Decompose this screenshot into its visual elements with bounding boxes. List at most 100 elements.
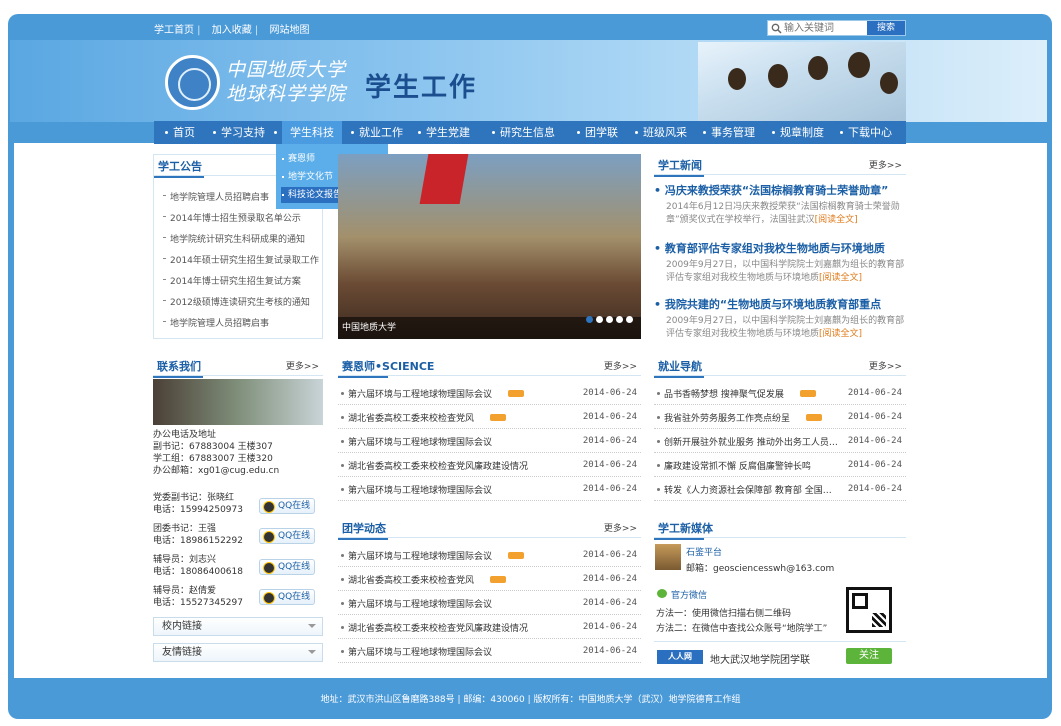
friend-links-select[interactable]: 友情链接 (153, 643, 323, 662)
science-header: 赛恩师•SCIENCE 更多>> (337, 355, 641, 378)
list-item-title[interactable]: 品书香畅梦想 搜神聚气促发展 (657, 387, 784, 400)
qq-online-button[interactable]: QQ在线 (259, 589, 315, 605)
wechat-qr-code (846, 587, 892, 633)
wechat-method-2: 方法二：在微信中查找公众账号“地院学工” (656, 624, 828, 634)
separator: | (194, 25, 204, 36)
list-item-title[interactable]: 创新开展驻外就业服务 推动外出务工人员… (657, 435, 838, 448)
news-headline[interactable]: • 教育部评估专家组对我校生物地质与环境地质 (654, 240, 906, 256)
list-item[interactable]: 第六届环境与工程地球物理国际会议 2014-06-24 (338, 591, 641, 615)
list-item[interactable]: 湖北省委高校工委来校检查党风廉政建设情况 2014-06-24 (338, 453, 641, 477)
contact-line: 学工组：67883007 王楼320 (153, 454, 273, 464)
notice-item[interactable]: 2014年博士招生预录取名单公示 (163, 211, 301, 224)
nav-item-league[interactable]: 团学联 (577, 121, 618, 144)
news-headline[interactable]: • 我院共建的“生物地质与环境地质教育部重点 (654, 296, 906, 312)
notice-item[interactable]: 2014年博士研究生招生复试方案 (163, 274, 301, 287)
list-item[interactable]: 我省驻外劳务服务工作亮点纷呈 2014-06-24 (654, 405, 906, 429)
list-item[interactable]: 第六届环境与工程地球物理国际会议 2014-06-24 (338, 543, 641, 567)
list-item-title[interactable]: 第六届环境与工程地球物理国际会议 (340, 483, 492, 496)
nav-item-class[interactable]: 班级风采 (635, 121, 687, 144)
list-item-title[interactable]: 第六届环境与工程地球物理国际会议 (340, 435, 492, 448)
slide-dot[interactable] (596, 316, 603, 323)
notice-item[interactable]: 地学院管理人员招聘启事 (162, 190, 269, 203)
read-more-link[interactable]: [阅读全文] (815, 215, 858, 225)
list-item[interactable]: 第六届环境与工程地球物理国际会议 2014-06-24 (338, 429, 641, 453)
nav-item-affairs[interactable]: 事务管理 (703, 121, 755, 144)
list-item-title[interactable]: 第六届环境与工程地球物理国际会议 (340, 645, 492, 658)
list-item-date: 2014-06-24 (582, 388, 637, 398)
list-item[interactable]: 第六届环境与工程地球物理国际会议 2014-06-24 (338, 477, 641, 501)
notice-item[interactable]: 2014年硕士研究生招生复试录取工作 (163, 253, 319, 266)
campus-links-select[interactable]: 校内链接 (153, 617, 323, 636)
league-more-link[interactable]: 更多>> (604, 521, 637, 534)
nav-item-graduate[interactable]: 研究生信息 (492, 121, 555, 144)
list-item-title[interactable]: 湖北省委高校工委来校检查党风 (340, 573, 474, 586)
nav-item-rules[interactable]: 规章制度 (772, 121, 824, 144)
notice-item[interactable]: 地学院管理人员招聘启事 (162, 316, 269, 329)
list-item-title[interactable]: 湖北省委高校工委来校检查党风廉政建设情况 (340, 459, 528, 472)
news-more-link[interactable]: 更多>> (869, 158, 902, 171)
list-item[interactable]: 湖北省委高校工委来校检查党风廉政建设情况 2014-06-24 (338, 615, 641, 639)
slide-dot[interactable] (606, 316, 613, 323)
list-item[interactable]: 转发《人力资源社会保障部 教育部 全国… 2014-06-24 (654, 477, 906, 501)
list-item-title[interactable]: 我省驻外劳务服务工作亮点纷呈 (656, 411, 790, 424)
qq-online-button[interactable]: QQ在线 (259, 559, 315, 575)
list-item-date: 2014-06-24 (582, 574, 637, 584)
list-item-title[interactable]: 湖北省委高校工委来校检查党风 (340, 411, 474, 424)
list-item[interactable]: 创新开展驻外就业服务 推动外出务工人员… 2014-06-24 (654, 429, 906, 453)
nav-item-science[interactable]: 学生科技 (274, 121, 342, 144)
qq-online-button[interactable]: QQ在线 (259, 498, 315, 514)
list-item[interactable]: 品书香畅梦想 搜神聚气促发展 2014-06-24 (654, 381, 906, 405)
news-headline[interactable]: • 冯庆来教授荣获“法国棕榈教育骑士荣誉勋章” (654, 182, 906, 198)
nav-item-study[interactable]: 学习支持 (213, 121, 265, 144)
list-item[interactable]: 湖北省委高校工委来校检查党风 2014-06-24 (338, 405, 641, 429)
slide-dot[interactable] (616, 316, 623, 323)
slide-dot[interactable] (626, 316, 633, 323)
career-more-link[interactable]: 更多>> (869, 359, 902, 372)
read-more-link[interactable]: [阅读全文] (819, 329, 862, 339)
news-headline-text[interactable]: 冯庆来教授荣获“法国棕榈教育骑士荣誉勋章” (665, 184, 888, 197)
list-item[interactable]: 第六届环境与工程地球物理国际会议 2014-06-24 (338, 639, 641, 663)
photo-slideshow[interactable]: 中国地质大学 (338, 154, 641, 339)
follow-button[interactable]: 关注 (846, 648, 892, 664)
office-title: 办公电话及地址 (153, 430, 217, 440)
list-item[interactable]: 第六届环境与工程地球物理国际会议 2014-06-24 (338, 381, 641, 405)
qq-online-button[interactable]: QQ在线 (259, 528, 315, 544)
person-entry: 辅导员：赵倩爱 电话：15527345297 (153, 585, 243, 609)
list-item-title[interactable]: 湖北省委高校工委来校检查党风廉政建设情况 (340, 621, 528, 634)
list-item[interactable]: 廉政建设常抓不懈 反腐倡廉警钟长鸣 2014-06-24 (654, 453, 906, 477)
slide-dots (583, 310, 633, 332)
list-item[interactable]: 湖北省委高校工委来校检查党风 2014-06-24 (338, 567, 641, 591)
sitemap-link[interactable]: 网站地图 (269, 25, 309, 36)
media-title: 学工新媒体 (654, 522, 713, 540)
renren-name: 地大武汉地学院团学联 (710, 655, 810, 666)
search-button[interactable]: 搜索 (867, 21, 905, 35)
university-logo (165, 55, 220, 110)
flag-graphic (419, 154, 469, 204)
slide-dot[interactable] (586, 316, 593, 323)
notice-item[interactable]: 地学院统计研究生科研成果的通知 (162, 232, 305, 245)
news-headline-text[interactable]: 教育部评估专家组对我校生物地质与环境地质 (665, 242, 885, 255)
news-desc-text: 2014年6月12日冯庆来教授荣获“法国棕榈教育骑士荣誉勋章”颁奖仪式在学校举行… (666, 202, 900, 225)
notice-item[interactable]: 2012级硕博连读研究生考核的通知 (163, 295, 310, 308)
search-input[interactable] (784, 22, 864, 34)
list-item-title[interactable]: 转发《人力资源社会保障部 教育部 全国… (657, 483, 832, 496)
list-item-title[interactable]: 第六届环境与工程地球物理国际会议 (340, 597, 492, 610)
weibo-name[interactable]: 石鉴平台 (686, 545, 722, 558)
news-panel: 学工新闻 更多>> • 冯庆来教授荣获“法国棕榈教育骑士荣誉勋章” 2014年6… (654, 154, 906, 344)
read-more-link[interactable]: [阅读全文] (819, 273, 862, 283)
nav-item-home[interactable]: 首页 (165, 121, 195, 144)
science-more-link[interactable]: 更多>> (604, 359, 637, 372)
favorite-link[interactable]: 加入收藏 (212, 25, 252, 36)
contact-more-link[interactable]: 更多>> (286, 359, 319, 372)
nav-item-employment[interactable]: 就业工作 (351, 121, 403, 144)
league-list: 第六届环境与工程地球物理国际会议 2014-06-24 湖北省委高校工委来校检查党风… (338, 543, 641, 663)
list-item-title[interactable]: 第六届环境与工程地球物理国际会议 (340, 549, 492, 562)
news-headline-text[interactable]: 我院共建的“生物地质与环境地质教育部重点 (665, 298, 881, 311)
list-item-title[interactable]: 廉政建设常抓不懈 反腐倡廉警钟长鸣 (657, 459, 811, 472)
list-item-title[interactable]: 第六届环境与工程地球物理国际会议 (340, 387, 492, 400)
nav-item-party[interactable]: 学生党建 (418, 121, 470, 144)
home-link[interactable]: 学工首页 (154, 25, 194, 36)
wechat-method-1: 方法一：使用微信扫描右侧二维码 (656, 609, 792, 619)
nav-item-download[interactable]: 下载中心 (840, 121, 892, 144)
list-item-date: 2014-06-24 (582, 550, 637, 560)
